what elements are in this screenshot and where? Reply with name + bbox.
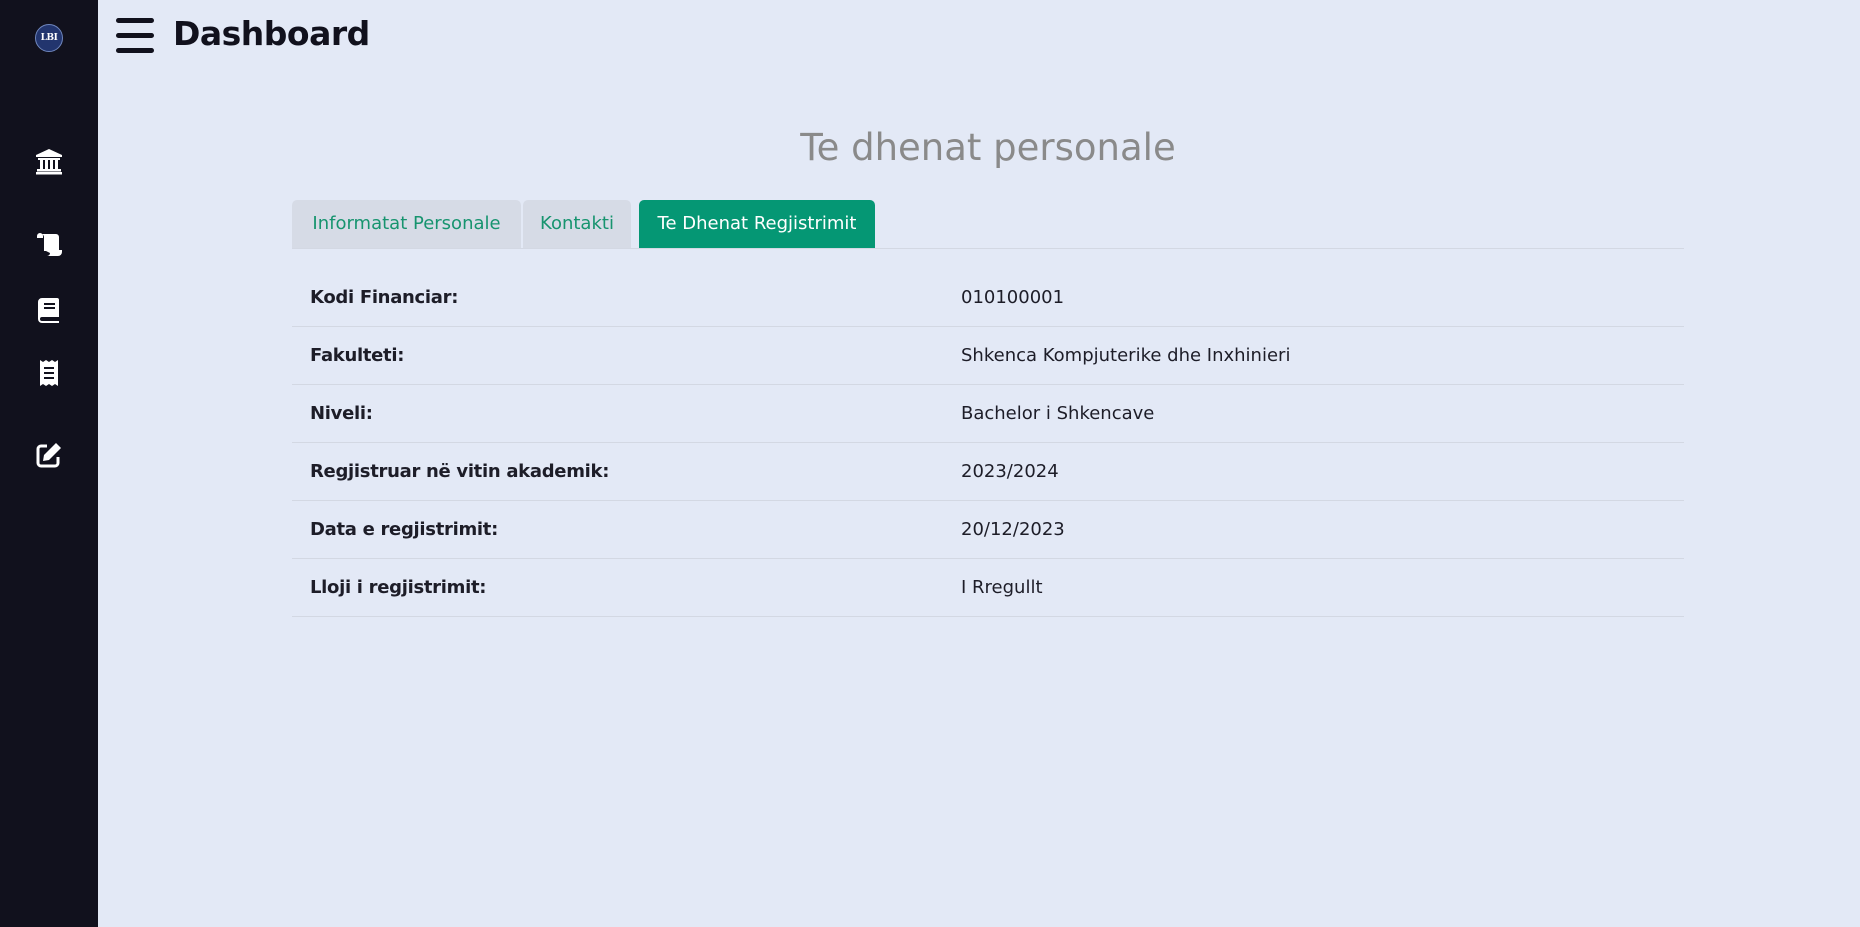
- table-row: Data e regjistrimit: 20/12/2023: [292, 501, 1684, 559]
- row-value: Bachelor i Shkencave: [961, 403, 1155, 424]
- row-label: Lloji i regjistrimit:: [310, 577, 487, 598]
- university-icon[interactable]: [34, 146, 64, 176]
- tab-te-dhenat-regjistrimit[interactable]: Te Dhenat Regjistrimit: [639, 200, 875, 248]
- row-value: I Rregullt: [961, 577, 1043, 598]
- row-value: 2023/2024: [961, 461, 1059, 482]
- book-icon[interactable]: [34, 295, 64, 325]
- page-title: Dashboard: [173, 14, 370, 53]
- tab-kontakti[interactable]: Kontakti: [523, 200, 631, 248]
- table-row: Kodi Financiar: 010100001: [292, 269, 1684, 327]
- row-value: Shkenca Kompjuterike dhe Inxhinieri: [961, 345, 1291, 366]
- table-row: Regjistruar në vitin akademik: 2023/2024: [292, 443, 1684, 501]
- row-label: Regjistruar në vitin akademik:: [310, 461, 610, 482]
- row-label: Niveli:: [310, 403, 373, 424]
- university-logo[interactable]: LBI: [35, 24, 63, 52]
- tab-bar: Informatat Personale Kontakti Te Dhenat …: [292, 200, 1684, 249]
- table-row: Lloji i regjistrimit: I Rregullt: [292, 559, 1684, 617]
- row-value: 010100001: [961, 287, 1065, 308]
- tab-informatat-personale[interactable]: Informatat Personale: [292, 200, 521, 248]
- table-row: Fakulteti: Shkenca Kompjuterike dhe Inxh…: [292, 327, 1684, 385]
- receipt-icon[interactable]: [34, 358, 64, 388]
- top-bar: Dashboard: [98, 0, 1860, 74]
- section-title: Te dhenat personale: [800, 126, 1176, 169]
- scroll-icon[interactable]: [34, 229, 64, 259]
- sidebar: LBI: [0, 0, 98, 927]
- row-value: 20/12/2023: [961, 519, 1065, 540]
- edit-icon[interactable]: [34, 440, 64, 470]
- registration-info-table: Kodi Financiar: 010100001 Fakulteti: Shk…: [292, 269, 1684, 617]
- row-label: Fakulteti:: [310, 345, 405, 366]
- table-row: Niveli: Bachelor i Shkencave: [292, 385, 1684, 443]
- hamburger-menu-icon[interactable]: [116, 18, 154, 54]
- row-label: Data e regjistrimit:: [310, 519, 498, 540]
- row-label: Kodi Financiar:: [310, 287, 459, 308]
